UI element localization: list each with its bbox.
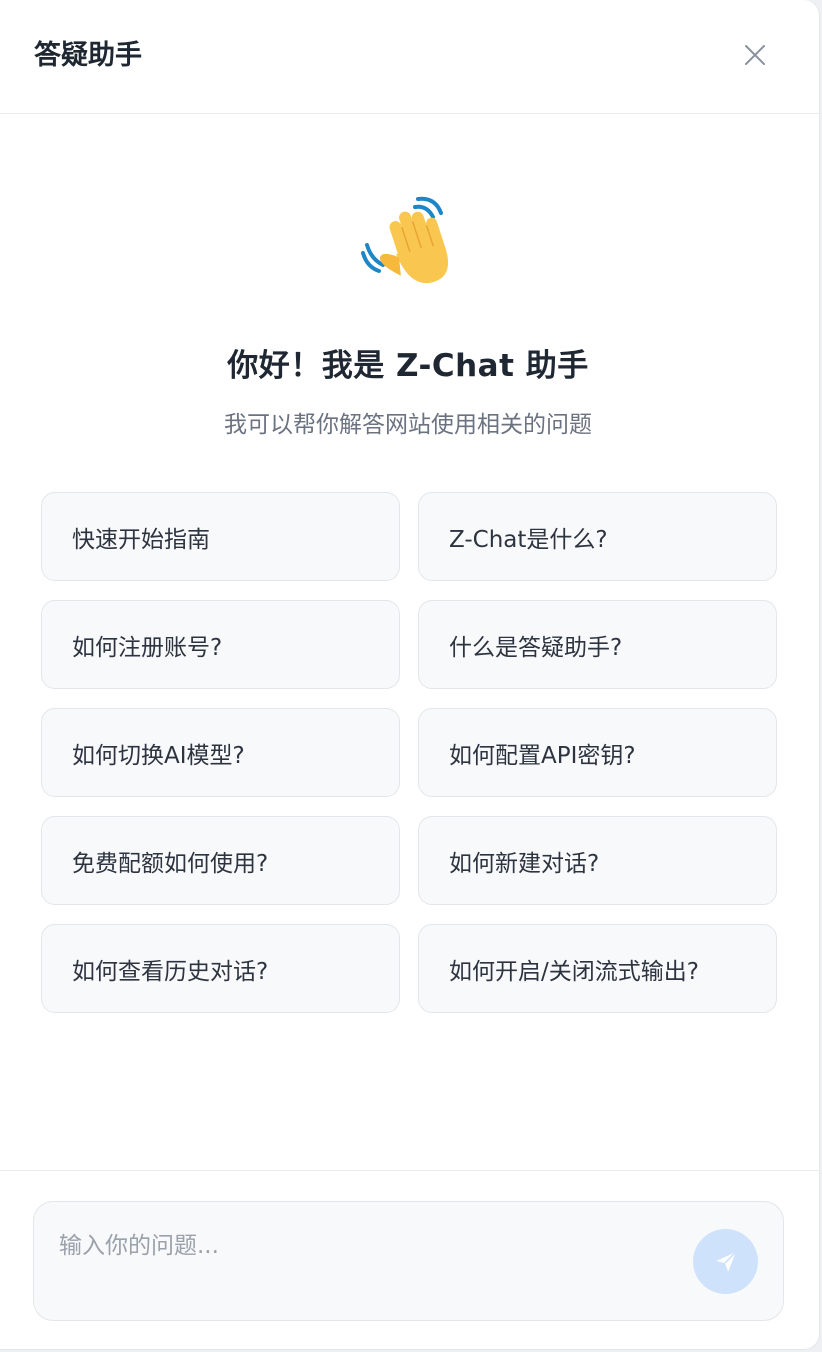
question-toggle-streaming[interactable]: 如何开启/关闭流式输出? [418,924,777,1013]
composer [33,1201,784,1321]
waving-hand-icon [355,195,459,295]
question-input[interactable] [59,1226,679,1296]
panel-header: 答疑助手 [0,0,819,114]
question-what-is-assistant[interactable]: 什么是答疑助手? [418,600,777,689]
welcome-subtitle: 我可以帮你解答网站使用相关的问题 [224,412,592,438]
close-icon [745,45,765,65]
welcome-title: 你好！我是 Z-Chat 助手 [227,348,589,384]
panel-title: 答疑助手 [34,40,142,71]
question-free-quota[interactable]: 免费配额如何使用? [41,816,400,905]
question-view-history[interactable]: 如何查看历史对话? [41,924,400,1013]
help-assistant-panel: 答疑助手 你好！我是 Z-Chat 助手 我可以帮你解答网站使用相关的问题 快速… [0,0,820,1350]
question-new-chat[interactable]: 如何新建对话? [418,816,777,905]
question-switch-model[interactable]: 如何切换AI模型? [41,708,400,797]
question-configure-api-key[interactable]: 如何配置API密钥? [418,708,777,797]
send-icon [715,1251,736,1272]
suggested-questions: 快速开始指南 Z-Chat是什么? 如何注册账号? 什么是答疑助手? 如何切换A… [41,492,777,1013]
question-quick-start[interactable]: 快速开始指南 [41,492,400,581]
question-what-is-zchat[interactable]: Z-Chat是什么? [418,492,777,581]
close-button[interactable] [738,38,772,72]
composer-area [0,1170,819,1349]
send-button[interactable] [693,1229,758,1294]
question-register-account[interactable]: 如何注册账号? [41,600,400,689]
